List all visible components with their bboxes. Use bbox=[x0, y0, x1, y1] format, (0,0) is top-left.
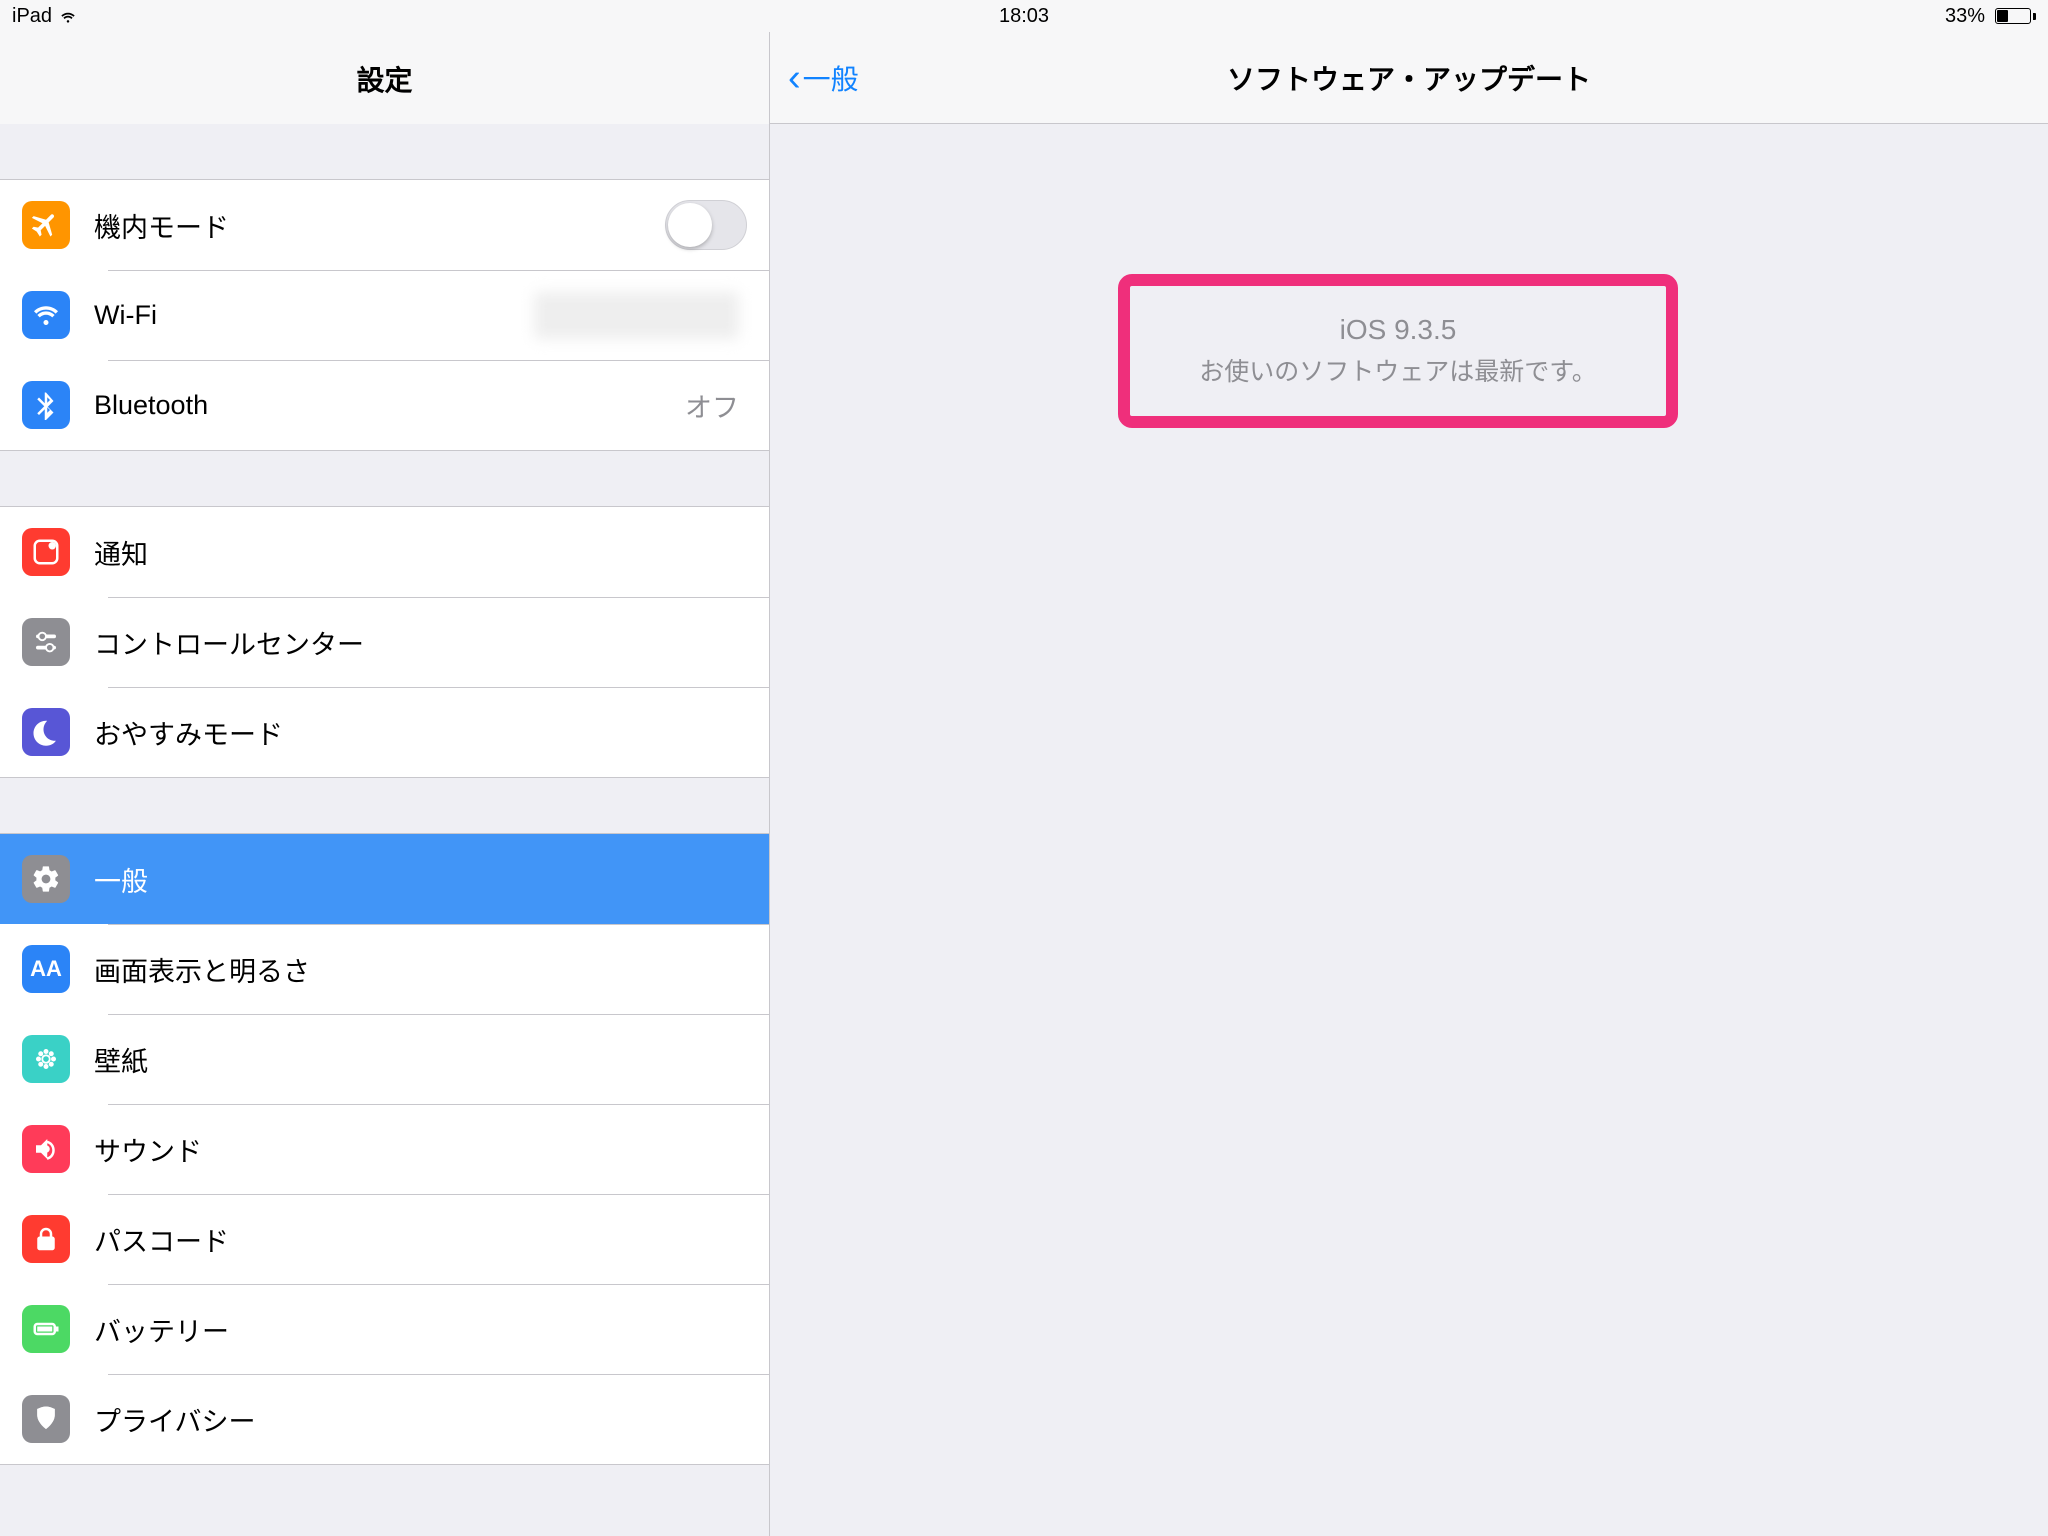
privacy-label: プライバシー bbox=[94, 1400, 747, 1439]
settings-sidebar: 設定 機内モード Wi-Fi bbox=[0, 32, 770, 1536]
battery-label: バッテリー bbox=[94, 1310, 747, 1349]
detail-pane: ‹ 一般 ソフトウェア・アップデート iOS 9.3.5 お使いのソフトウェアは… bbox=[770, 32, 2048, 1536]
sidebar-title: 設定 bbox=[356, 59, 412, 99]
sidebar-item-airplane[interactable]: 機内モード bbox=[0, 180, 769, 270]
gear-icon bbox=[22, 855, 70, 903]
wifi-label: Wi-Fi bbox=[94, 300, 534, 331]
ios-version-label: iOS 9.3.5 bbox=[1150, 314, 1646, 346]
sidebar-item-passcode[interactable]: パスコード bbox=[0, 1194, 769, 1284]
general-label: 一般 bbox=[94, 860, 747, 899]
notifications-icon bbox=[22, 528, 70, 576]
airplane-icon bbox=[22, 201, 70, 249]
device-label: iPad bbox=[12, 5, 52, 28]
bluetooth-value: オフ bbox=[685, 386, 739, 425]
sidebar-group-system: 一般 AA 画面表示と明るさ 壁紙 サウンド bbox=[0, 833, 769, 1465]
sidebar-item-general[interactable]: 一般 bbox=[0, 834, 769, 924]
chevron-left-icon: ‹ bbox=[788, 59, 801, 97]
wifi-status-icon bbox=[58, 9, 78, 23]
sidebar-item-wallpaper[interactable]: 壁紙 bbox=[0, 1014, 769, 1104]
controlcenter-icon bbox=[22, 618, 70, 666]
update-status-box: iOS 9.3.5 お使いのソフトウェアは最新です。 bbox=[1118, 274, 1678, 428]
bluetooth-icon bbox=[22, 381, 70, 429]
wifi-icon bbox=[22, 291, 70, 339]
airplane-toggle[interactable] bbox=[665, 200, 747, 250]
wifi-value bbox=[534, 292, 739, 339]
privacy-icon bbox=[22, 1395, 70, 1443]
dnd-icon bbox=[22, 708, 70, 756]
detail-header: ‹ 一般 ソフトウェア・アップデート bbox=[770, 32, 2048, 124]
battery-icon-setting bbox=[22, 1305, 70, 1353]
sidebar-group-alerts: 通知 コントロールセンター おやすみモード bbox=[0, 506, 769, 778]
sidebar-item-bluetooth[interactable]: Bluetooth オフ bbox=[0, 360, 769, 450]
display-icon: AA bbox=[22, 945, 70, 993]
sidebar-item-dnd[interactable]: おやすみモード bbox=[0, 687, 769, 777]
sidebar-item-display[interactable]: AA 画面表示と明るさ bbox=[0, 924, 769, 1014]
display-label: 画面表示と明るさ bbox=[94, 950, 747, 989]
sound-icon bbox=[22, 1125, 70, 1173]
sidebar-item-sound[interactable]: サウンド bbox=[0, 1104, 769, 1194]
sidebar-item-privacy[interactable]: プライバシー bbox=[0, 1374, 769, 1464]
sidebar-item-battery[interactable]: バッテリー bbox=[0, 1284, 769, 1374]
update-message-label: お使いのソフトウェアは最新です。 bbox=[1150, 352, 1646, 388]
sidebar-item-notifications[interactable]: 通知 bbox=[0, 507, 769, 597]
status-bar: iPad 18:03 33% bbox=[0, 0, 2048, 32]
lock-icon bbox=[22, 1215, 70, 1263]
sidebar-item-wifi[interactable]: Wi-Fi bbox=[0, 270, 769, 360]
back-button[interactable]: ‹ 一般 bbox=[788, 32, 859, 123]
battery-icon bbox=[1991, 8, 2036, 24]
dnd-label: おやすみモード bbox=[94, 713, 747, 752]
sidebar-item-controlcenter[interactable]: コントロールセンター bbox=[0, 597, 769, 687]
bluetooth-label: Bluetooth bbox=[94, 390, 685, 421]
sound-label: サウンド bbox=[94, 1130, 747, 1169]
airplane-label: 機内モード bbox=[94, 206, 665, 245]
sidebar-header: 設定 bbox=[0, 32, 769, 124]
back-label: 一般 bbox=[803, 58, 859, 98]
notifications-label: 通知 bbox=[94, 533, 747, 572]
clock-label: 18:03 bbox=[999, 5, 1049, 28]
battery-percent-label: 33% bbox=[1945, 5, 1985, 28]
passcode-label: パスコード bbox=[94, 1220, 747, 1259]
wallpaper-icon bbox=[22, 1035, 70, 1083]
sidebar-group-connectivity: 機内モード Wi-Fi Bluetooth オフ bbox=[0, 179, 769, 451]
detail-title: ソフトウェア・アップデート bbox=[1227, 58, 1591, 98]
wallpaper-label: 壁紙 bbox=[94, 1040, 747, 1079]
controlcenter-label: コントロールセンター bbox=[94, 623, 747, 662]
